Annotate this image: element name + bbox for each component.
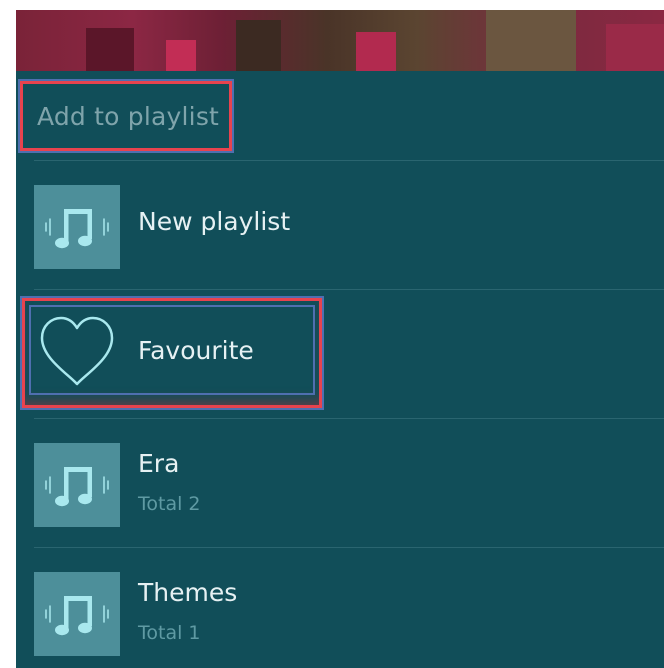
screen: Add to playlist New playlist Favourite E…: [16, 10, 664, 668]
dialog-title: Add to playlist: [18, 79, 234, 153]
playlist-track-count: Total 2: [138, 493, 201, 515]
playlist-title: Era: [138, 449, 180, 478]
playlist-title: Themes: [138, 578, 238, 607]
music-note-icon: [45, 596, 109, 636]
music-note-icon: [45, 467, 109, 507]
add-to-playlist-dialog: Add to playlist New playlist Favourite E…: [16, 71, 664, 668]
playlist-item-era[interactable]: Era Total 2: [34, 419, 664, 547]
playlist-track-count: Total 1: [138, 622, 201, 644]
playlist-item-new-playlist[interactable]: New playlist: [34, 161, 664, 289]
album-art-background: [16, 10, 664, 71]
playlist-thumbnail: [34, 572, 120, 656]
music-note-icon: [45, 209, 109, 249]
playlist-item-favourite[interactable]: Favourite: [20, 290, 664, 418]
heart-icon: [40, 316, 114, 386]
playlist-item-themes[interactable]: Themes Total 1: [34, 548, 664, 668]
playlist-thumbnail: [34, 443, 120, 527]
playlist-title: Favourite: [138, 336, 254, 365]
playlist-thumbnail: [34, 185, 120, 269]
playlist-title: New playlist: [138, 207, 291, 236]
